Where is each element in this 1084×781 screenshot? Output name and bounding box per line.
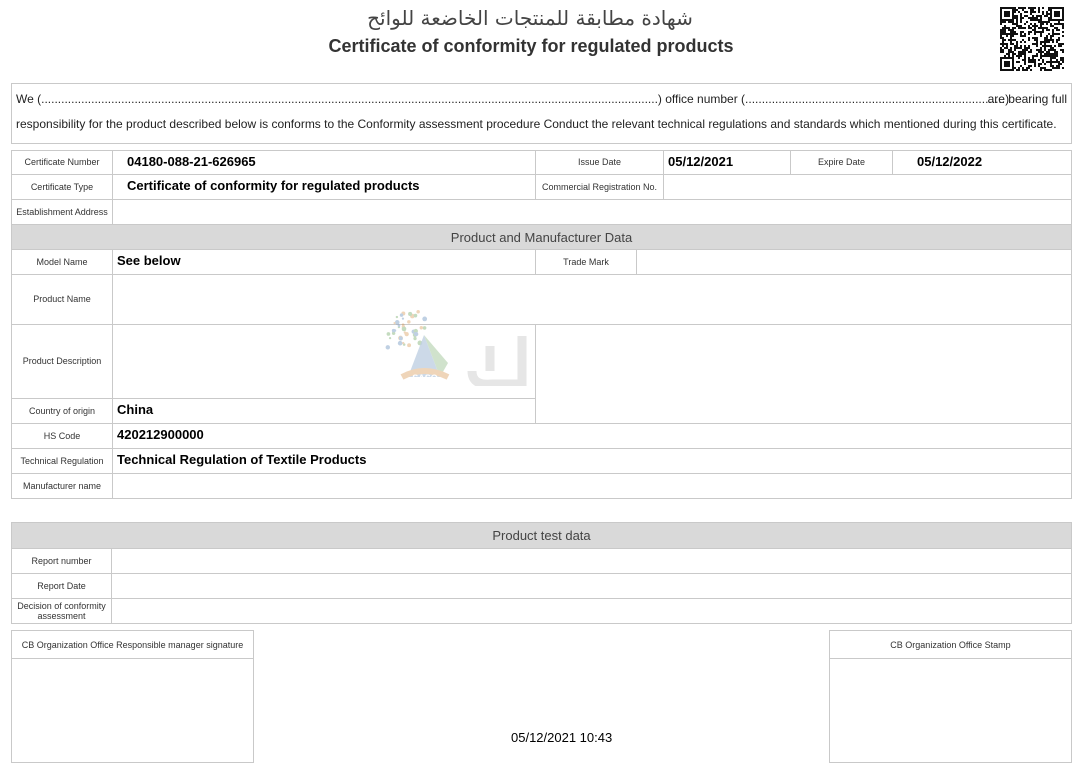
trade-mark-value <box>636 249 1072 275</box>
title-arabic: شهادة مطابقة للمنتجات الخاضعة للوائح <box>367 6 693 30</box>
certificate-type-label: Certificate Type <box>11 174 113 200</box>
technical-regulation-label: Technical Regulation <box>11 448 113 474</box>
report-date-label: Report Date <box>11 573 112 599</box>
title-english: Certificate of conformity for regulated … <box>328 36 734 56</box>
responsibility-line1-end: are bearing full <box>987 92 1067 106</box>
decision-label: Decision of conformity assessment <box>11 598 112 624</box>
manager-signature-label: CB Organization Office Responsible manag… <box>12 631 253 659</box>
commercial-registration-value <box>663 174 1072 200</box>
certificate-number-value: 04180-088-21-626965 <box>112 150 536 175</box>
commercial-registration-label: Commercial Registration No. <box>535 174 664 200</box>
office-stamp-box: CB Organization Office Stamp <box>829 630 1072 763</box>
model-name-value: See below <box>112 249 536 275</box>
qr-code-icon <box>1000 7 1064 71</box>
product-image-area <box>535 324 1072 424</box>
issue-date-label: Issue Date <box>535 150 664 175</box>
expire-date-value: 05/12/2022 <box>892 150 1072 175</box>
responsibility-line2: responsibility for the product described… <box>16 117 1057 131</box>
responsibility-statement: We (....................................… <box>11 83 1072 144</box>
product-name-value <box>112 274 1072 325</box>
responsibility-line1: We (....................................… <box>16 92 1010 106</box>
test-section-header: Product test data <box>11 522 1072 549</box>
establishment-address-value <box>112 199 1072 225</box>
technical-regulation-value: Technical Regulation of Textile Products <box>112 448 1072 474</box>
manager-signature-box: CB Organization Office Responsible manag… <box>11 630 254 763</box>
product-section-header: Product and Manufacturer Data <box>11 224 1072 250</box>
product-name-label: Product Name <box>11 274 113 325</box>
certificate-type-value: Certificate of conformity for regulated … <box>112 174 536 200</box>
decision-value <box>111 598 1072 624</box>
trade-mark-label: Trade Mark <box>535 249 637 275</box>
watermark-arabic-glyph-icon <box>467 336 527 386</box>
hs-code-label: HS Code <box>11 423 113 449</box>
office-stamp-label: CB Organization Office Stamp <box>830 631 1071 659</box>
model-name-label: Model Name <box>11 249 113 275</box>
report-number-value <box>111 548 1072 574</box>
certificate-number-label: Certificate Number <box>11 150 113 175</box>
country-of-origin-value: China <box>112 398 536 424</box>
report-number-label: Report number <box>11 548 112 574</box>
svg-text:SASO: SASO <box>412 373 438 383</box>
manufacturer-name-value <box>112 473 1072 499</box>
issue-timestamp: 05/12/2021 10:43 <box>511 730 613 745</box>
establishment-address-label: Establishment Address <box>11 199 113 225</box>
report-date-value <box>111 573 1072 599</box>
issue-date-value: 05/12/2021 <box>663 150 791 175</box>
expire-date-label: Expire Date <box>790 150 893 175</box>
country-of-origin-label: Country of origin <box>11 398 113 424</box>
hs-code-value: 420212900000 <box>112 423 1072 449</box>
manufacturer-name-label: Manufacturer name <box>11 473 113 499</box>
product-description-label: Product Description <box>11 324 113 399</box>
